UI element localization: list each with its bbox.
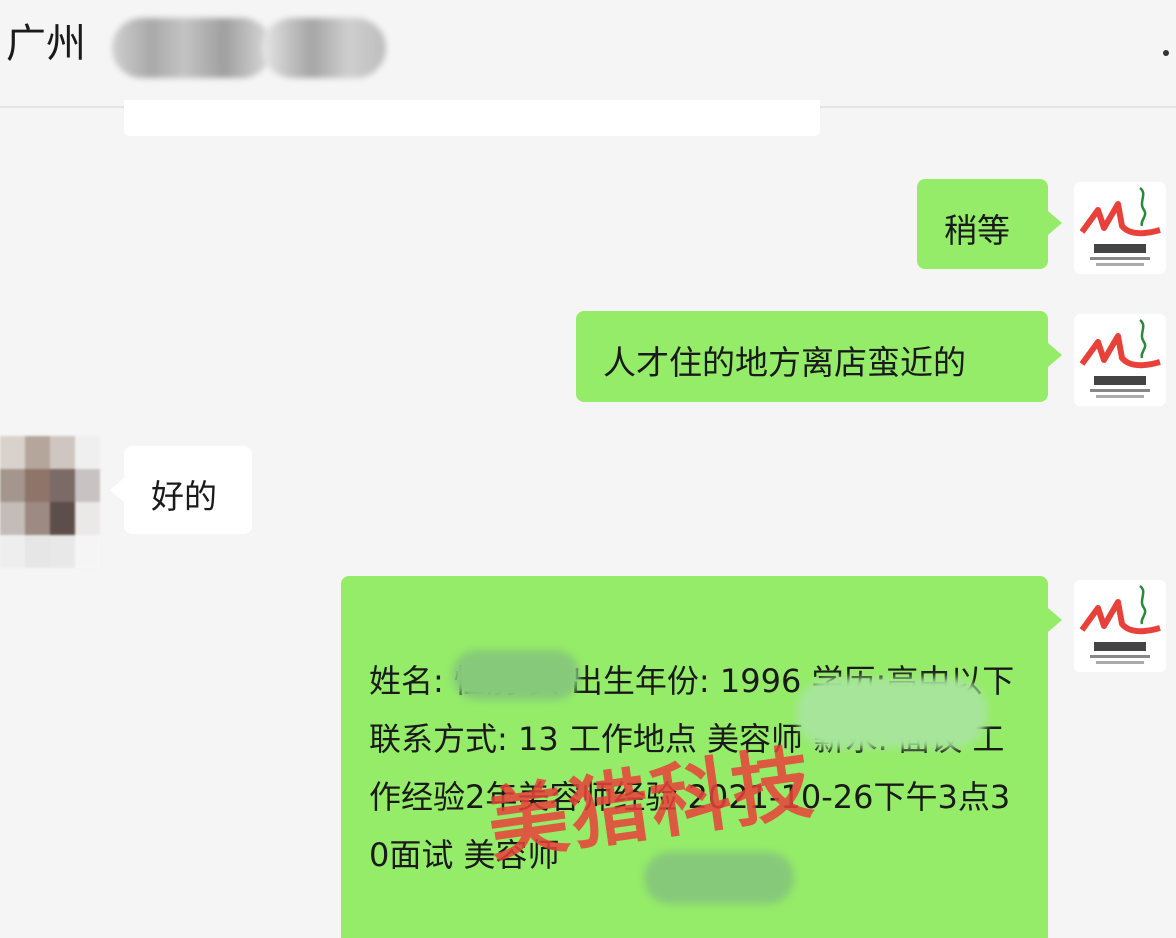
redacted-location-blur <box>644 852 794 904</box>
contact-avatar[interactable] <box>0 436 100 568</box>
avatar[interactable] <box>1074 314 1166 406</box>
redacted-title-blur <box>112 18 272 78</box>
message-bubble-incoming[interactable]: 好的 <box>110 446 252 534</box>
message-text: 人才住的地方离店蛮近的 <box>603 343 966 382</box>
avatar[interactable] <box>1074 182 1166 274</box>
message-text: 稍等 <box>944 211 1010 250</box>
redacted-title-blur <box>262 18 386 78</box>
avatar[interactable] <box>1074 580 1166 672</box>
ml-logo-icon <box>1079 585 1161 664</box>
chat-header: 广州 <box>0 0 1176 108</box>
redacted-name-blur <box>452 650 580 700</box>
message-bubble-outgoing[interactable]: 人才住的地方离店蛮近的 <box>576 311 1062 402</box>
ml-logo-icon <box>1079 319 1161 398</box>
message-bubble-outgoing[interactable]: 稍等 <box>917 179 1062 269</box>
redacted-phone-blur <box>796 678 988 748</box>
message-text: 好的 <box>151 477 217 516</box>
chat-title: 广州 <box>6 21 86 67</box>
ml-logo-icon <box>1079 187 1161 266</box>
previous-message-bubble <box>124 100 820 136</box>
more-options-icon[interactable] <box>1163 50 1169 56</box>
